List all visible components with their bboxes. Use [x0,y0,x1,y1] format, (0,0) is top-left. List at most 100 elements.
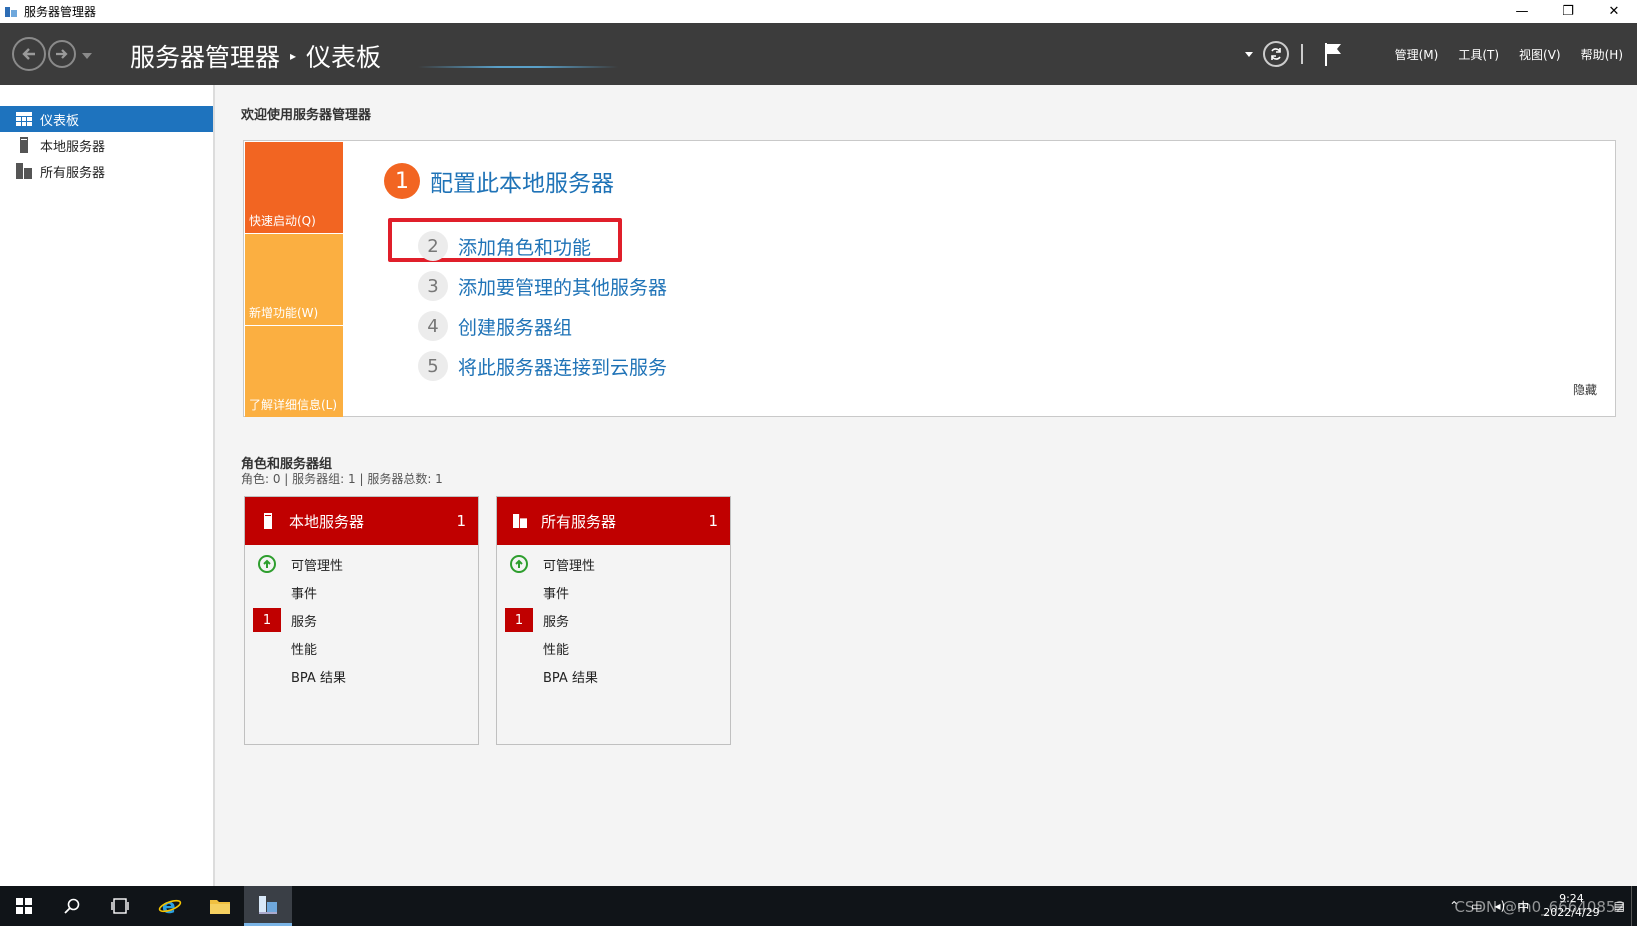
header-divider [1300,44,1303,64]
tile-label: 新增功能(W) [249,306,319,320]
refresh-button[interactable] [1262,41,1289,67]
sidebar-item-all-servers[interactable]: 所有服务器 [0,158,213,184]
card-row-label: 服务 [543,614,570,630]
alert-count-badge: 1 [253,608,281,632]
card-row-label: 事件 [543,586,570,602]
menu-tools[interactable]: 工具(T) [1458,46,1499,63]
card-row-label: 性能 [291,642,318,658]
search-button[interactable] [48,886,96,926]
hide-link[interactable]: 隐藏 [1573,381,1597,398]
server-manager-app-icon [5,6,17,17]
check-up-arrow-icon [258,555,276,573]
step-configure-local-server[interactable]: 1 配置此本地服务器 [384,163,614,199]
server-manager-app-icon [259,895,277,914]
ie-browser-icon: e [158,895,182,917]
step-link[interactable]: 添加角色和功能 [458,233,591,260]
card-row-performance[interactable]: 性能 [497,634,730,662]
card-row-manageability[interactable]: 可管理性 [497,550,730,578]
progress-line [418,66,618,68]
start-button[interactable] [0,886,48,926]
file-explorer-button[interactable] [196,886,244,926]
step-add-roles-features[interactable]: 2 添加角色和功能 [418,226,667,266]
history-dropdown-icon[interactable] [82,53,92,59]
task-view-button[interactable] [96,886,144,926]
arrow-left-icon [22,48,35,60]
card-row-services[interactable]: 1 服务 [497,606,730,634]
breadcrumb-current: 仪表板 [306,43,382,72]
server-group-card-local[interactable]: 本地服务器 1 可管理性 事件 1 服务 性能 BPA 结果 [244,496,479,745]
card-header[interactable]: 所有服务器 1 [497,497,730,545]
card-row-manageability[interactable]: 可管理性 [245,550,478,578]
task-view-icon [111,898,129,914]
step-add-other-servers[interactable]: 3 添加要管理的其他服务器 [418,266,667,306]
card-row-bpa[interactable]: BPA 结果 [497,662,730,690]
sidebar-item-dashboard[interactable]: 仪表板 [0,106,213,132]
step-link[interactable]: 添加要管理的其他服务器 [458,273,667,300]
card-count: 1 [456,512,466,530]
title-bar: 服务器管理器 — ❐ ✕ [0,0,1637,23]
card-row-label: 服务 [291,614,318,630]
minimize-button[interactable]: — [1499,0,1545,23]
step-connect-cloud[interactable]: 5 将此服务器连接到云服务 [418,346,667,386]
main-content: 欢迎使用服务器管理器 快速启动(Q) 新增功能(W) 了解详细信息(L) 1 配… [217,85,1637,886]
card-title: 所有服务器 [541,512,617,531]
menu-manage[interactable]: 管理(M) [1395,46,1439,63]
refresh-icon [1270,48,1281,60]
card-row-bpa[interactable]: BPA 结果 [245,662,478,690]
step-list: 2 添加角色和功能 3 添加要管理的其他服务器 4 创建服务器组 5 将此服务器… [418,226,667,386]
restore-button[interactable]: ❐ [1545,0,1591,23]
card-row-performance[interactable]: 性能 [245,634,478,662]
card-row-events[interactable]: 事件 [497,578,730,606]
server-icon [261,512,275,530]
breadcrumb-dropdown-icon[interactable] [1244,51,1253,57]
card-row-label: BPA 结果 [291,670,346,686]
card-row-events[interactable]: 事件 [245,578,478,606]
arrow-right-icon [56,49,68,59]
tile-learn-more[interactable]: 了解详细信息(L) [245,326,343,417]
status-indicator [253,580,281,604]
forward-button[interactable] [48,40,76,68]
status-indicator [253,636,281,660]
step-link[interactable]: 创建服务器组 [458,313,572,340]
server-manager-taskbar-button[interactable] [244,886,292,926]
roles-summary: 角色: 0 | 服务器组: 1 | 服务器总数: 1 [241,472,443,486]
step-number: 1 [384,163,420,199]
close-button[interactable]: ✕ [1591,0,1637,23]
servers-icon [16,163,32,179]
sidebar-item-local-server[interactable]: 本地服务器 [0,132,213,158]
server-group-card-all[interactable]: 所有服务器 1 可管理性 事件 1 服务 性能 BPA 结果 [496,496,731,745]
step-number: 4 [418,311,448,341]
tile-whats-new[interactable]: 新增功能(W) [245,234,343,325]
sidebar: 仪表板 本地服务器 所有服务器 [0,85,215,886]
sidebar-item-label: 所有服务器 [40,165,106,181]
app-header: 服务器管理器 ▸ 仪表板 管理(M) 工具(T) 视图(V) 帮助(H) [0,23,1637,85]
tile-quick-start[interactable]: 快速启动(Q) [245,142,343,233]
status-indicator [253,552,281,576]
notifications-flag-icon[interactable] [1323,41,1345,67]
status-indicator [505,580,533,604]
breadcrumb: 服务器管理器 ▸ 仪表板 [130,38,381,74]
menu-help[interactable]: 帮助(H) [1581,46,1623,63]
quick-start-panel: 快速启动(Q) 新增功能(W) 了解详细信息(L) 1 配置此本地服务器 2 添… [243,140,1616,417]
tile-label: 快速启动(Q) [249,214,316,228]
card-row-label: 性能 [543,642,570,658]
menu-view[interactable]: 视图(V) [1519,46,1561,63]
svg-text:e: e [162,895,176,917]
back-button[interactable] [12,37,46,71]
dashboard-icon [16,111,32,127]
show-desktop-button[interactable] [1631,886,1637,926]
status-indicator [505,664,533,688]
servers-icon [513,512,527,530]
status-indicator [505,552,533,576]
step-create-server-group[interactable]: 4 创建服务器组 [418,306,667,346]
card-header[interactable]: 本地服务器 1 [245,497,478,545]
card-row-services[interactable]: 1 服务 [245,606,478,634]
card-row-label: 可管理性 [291,558,344,574]
step-link[interactable]: 配置此本地服务器 [430,164,614,198]
step-link[interactable]: 将此服务器连接到云服务 [458,353,667,380]
internet-explorer-button[interactable]: e [146,886,194,926]
card-row-label: 事件 [291,586,318,602]
tile-label: 了解详细信息(L) [249,398,338,412]
breadcrumb-root[interactable]: 服务器管理器 [130,38,280,74]
status-indicator [505,636,533,660]
